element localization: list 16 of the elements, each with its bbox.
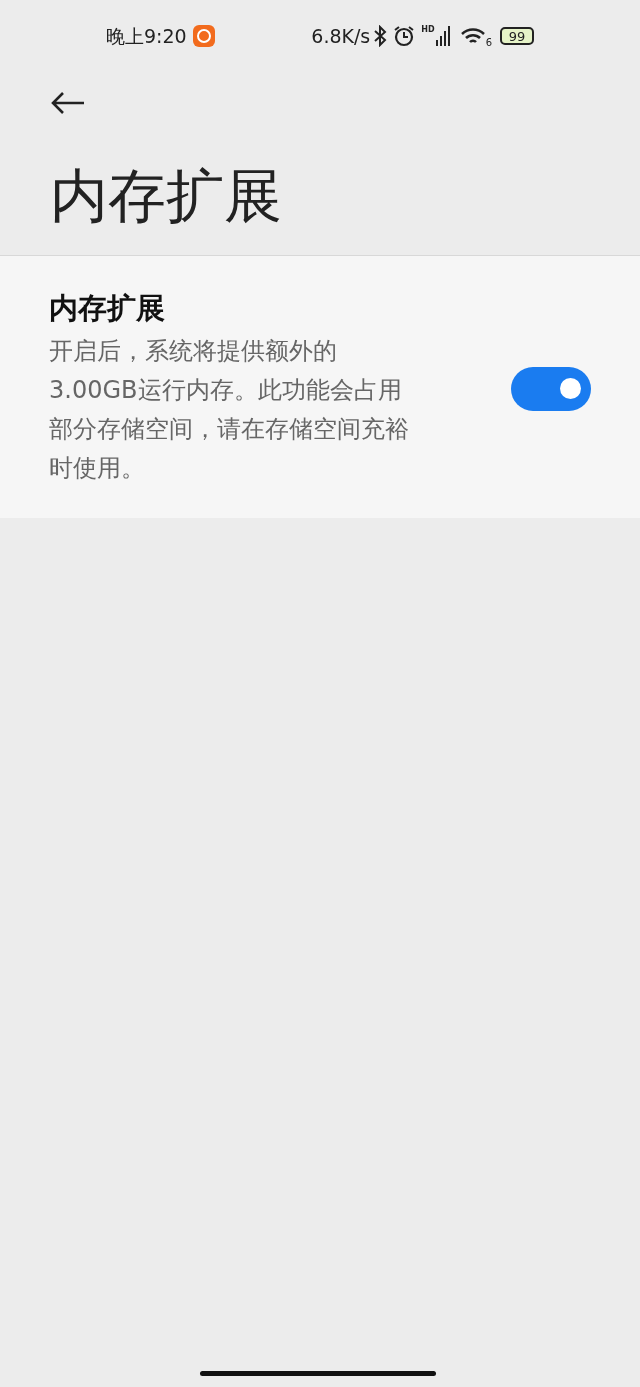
- alarm-icon: [393, 25, 416, 47]
- setting-description: 开启后，系统将提供额外的 3.00GB运行内存。此功能会占用 部分存储空间，请在存储空间充裕 时使用。: [49, 335, 410, 484]
- status-time: 晚上9:20: [106, 23, 187, 49]
- toggle-switch[interactable]: [511, 366, 591, 411]
- signal-icon: [435, 26, 450, 46]
- toggle-thumb: [560, 378, 581, 400]
- bluetooth-icon: [373, 25, 388, 47]
- network-speed: 6.8K/s: [311, 23, 371, 49]
- app-notification-icon: [192, 25, 215, 47]
- back-arrow-icon: [50, 91, 86, 115]
- battery-indicator: 99: [500, 27, 534, 45]
- page-title: 内存扩展: [50, 161, 283, 232]
- wifi-standard-label: 6: [485, 36, 492, 50]
- setting-row[interactable]: 内存扩展 开启后，系统将提供额外的 3.00GB运行内存。此功能会占用 部分存储空间，请在存储空间充裕 时使用。: [0, 255, 640, 518]
- setting-title: 内存扩展: [49, 289, 166, 326]
- hd-label: HD: [421, 26, 435, 34]
